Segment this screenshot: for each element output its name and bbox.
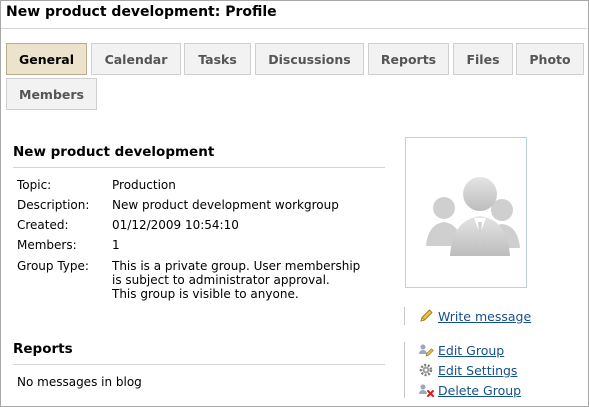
write-message-action[interactable]: Write message [418,308,531,324]
detail-label-members: Members: [17,238,77,252]
detail-value-group-type-line-3: This group is visible to anyone. [112,287,299,301]
reports-heading: Reports [13,341,73,357]
tab-calendar[interactable]: Calendar [91,43,181,75]
tab-label: Discussions [268,51,351,67]
delete-group-link[interactable]: Delete Group [438,383,521,398]
edit-group-action[interactable]: Edit Group [418,342,504,358]
actions-divider-2 [404,342,405,398]
tab-photo[interactable]: Photo [516,43,584,75]
detail-label-created: Created: [17,218,69,232]
delete-group-icon [418,382,434,398]
tab-discussions[interactable]: Discussions [255,43,364,75]
detail-value-created: 01/12/2009 10:54:10 [112,218,239,232]
tab-label: Calendar [104,51,168,67]
actions-divider [404,307,405,325]
detail-value-description: New product development workgroup [112,198,339,212]
detail-value-topic: Production [112,178,176,192]
edit-group-link[interactable]: Edit Group [438,343,504,358]
page-title: New product development: Profile [6,4,277,20]
group-photo [405,137,527,288]
detail-label-description: Description: [17,198,90,212]
gear-icon [418,362,434,378]
group-heading-divider [13,167,385,168]
tab-label: Photo [529,51,571,67]
tab-label: Tasks [198,51,237,67]
reports-heading-divider [13,364,385,365]
tab-files[interactable]: Files [453,43,513,75]
tab-label: Reports [380,51,437,67]
group-avatar-icon [426,177,520,256]
tab-reports[interactable]: Reports [368,43,449,75]
reports-empty-text: No messages in blog [17,375,142,389]
group-name-heading: New product development [13,144,215,160]
tab-general[interactable]: General [6,43,87,75]
edit-settings-link[interactable]: Edit Settings [438,363,517,378]
tab-tasks[interactable]: Tasks [184,43,251,75]
detail-value-group-type-line-1: This is a private group. User membership [112,259,361,273]
detail-value-members: 1 [112,238,120,252]
edit-group-icon [418,342,434,358]
detail-label-group-type: Group Type: [17,259,89,273]
detail-label-topic: Topic: [17,178,52,192]
pencil-icon [418,308,434,324]
edit-settings-action[interactable]: Edit Settings [418,362,517,378]
tab-members[interactable]: Members [6,78,97,110]
tab-label: Members [19,86,84,102]
delete-group-action[interactable]: Delete Group [418,382,521,398]
title-divider [1,28,587,29]
write-message-link[interactable]: Write message [438,309,531,324]
detail-value-group-type-line-2: is subject to administrator approval. [112,273,330,287]
tab-label: General [19,51,74,67]
tab-label: Files [466,51,500,67]
